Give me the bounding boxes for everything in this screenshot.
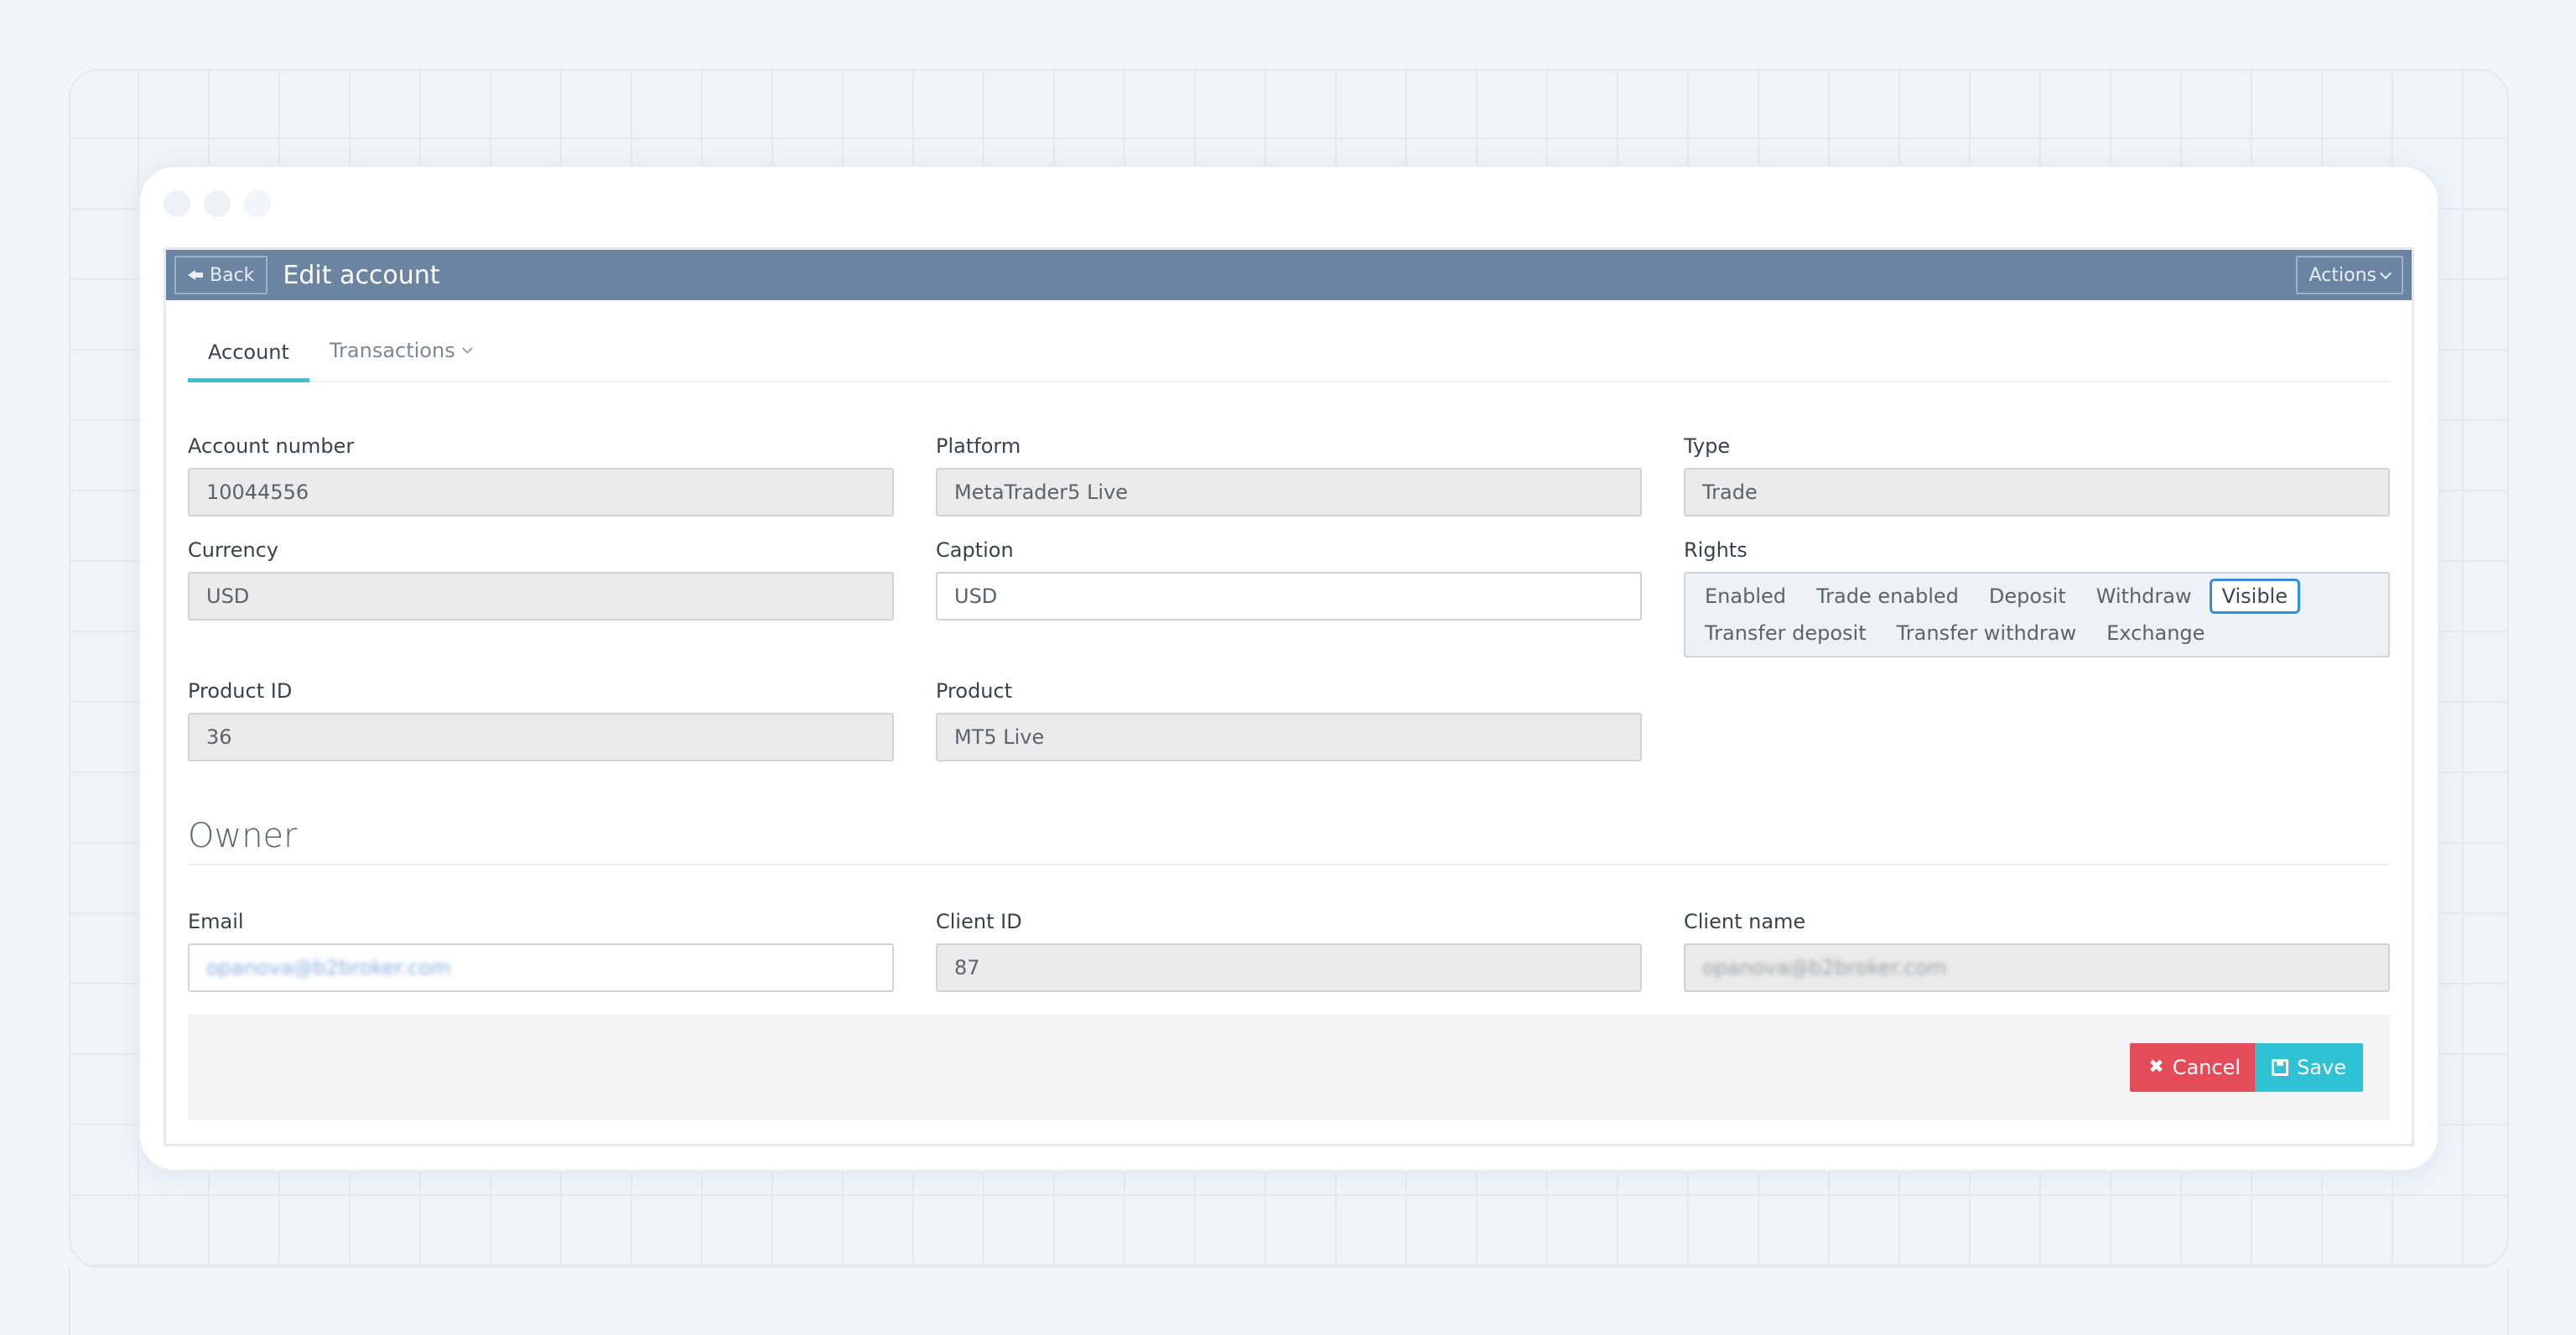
currency-label: Currency <box>188 538 279 562</box>
product-label: Product <box>936 679 1013 703</box>
email-label: Email <box>188 910 244 933</box>
client-name-field: Client name opanova@b2broker.com <box>1684 910 2390 992</box>
client-name-input: opanova@b2broker.com <box>1684 943 2390 992</box>
save-button[interactable]: Save <box>2255 1043 2363 1092</box>
rights-option-trade-enabled[interactable]: Trade enabled <box>1804 579 1971 614</box>
currency-field: Currency USD <box>188 538 894 621</box>
platform-label: Platform <box>936 434 1021 458</box>
client-name-label: Client name <box>1684 910 1806 933</box>
close-icon: ✖ <box>2148 1057 2164 1078</box>
product-id-field: Product ID 36 <box>188 679 894 761</box>
rights-option-transfer-deposit[interactable]: Transfer deposit <box>1692 616 1879 651</box>
cancel-button[interactable]: ✖ Cancel <box>2130 1043 2259 1092</box>
caption-input[interactable]: USD <box>936 572 1642 621</box>
type-input: Trade <box>1684 468 2390 517</box>
rights-option-transfer-withdraw[interactable]: Transfer withdraw <box>1884 616 2090 651</box>
account-number-value: 10044556 <box>206 480 309 504</box>
product-id-label: Product ID <box>188 679 293 703</box>
email-value: opanova@b2broker.com <box>206 956 451 979</box>
product-id-input: 36 <box>188 713 894 761</box>
edit-account-panel: Back Edit account Actions Account Transa… <box>164 247 2414 1146</box>
rights-field: Rights Enabled Trade enabled Deposit Wit… <box>1684 538 2390 657</box>
client-id-input: 87 <box>936 943 1642 992</box>
type-label: Type <box>1684 434 1731 458</box>
product-id-value: 36 <box>206 725 232 749</box>
product-input: MT5 Live <box>936 713 1642 761</box>
account-number-field: Account number 10044556 <box>188 434 894 517</box>
chevron-down-icon <box>2379 267 2392 279</box>
rights-option-exchange[interactable]: Exchange <box>2094 616 2217 651</box>
maximize-dot[interactable] <box>244 190 271 217</box>
caption-field: Caption USD <box>936 538 1642 621</box>
platform-value: MetaTrader5 Live <box>954 480 1129 504</box>
backdrop-lower <box>69 1268 2509 1335</box>
type-field: Type Trade <box>1684 434 2390 517</box>
header-bar: Back Edit account Actions <box>166 250 2412 300</box>
client-id-label: Client ID <box>936 910 1022 933</box>
tab-account[interactable]: Account <box>188 340 309 382</box>
rights-option-visible[interactable]: Visible <box>2209 579 2300 614</box>
actions-label: Actions <box>2309 264 2376 286</box>
save-label: Save <box>2297 1056 2346 1079</box>
email-input[interactable]: opanova@b2broker.com <box>188 943 894 992</box>
window-controls <box>164 190 271 217</box>
rights-option-enabled[interactable]: Enabled <box>1692 579 1799 614</box>
tab-account-label: Account <box>208 340 289 364</box>
caption-value: USD <box>954 584 998 608</box>
minimize-dot[interactable] <box>204 190 231 217</box>
cancel-label: Cancel <box>2172 1056 2241 1079</box>
tab-transactions-label: Transactions <box>329 339 455 362</box>
chevron-down-icon <box>461 342 473 354</box>
client-id-value: 87 <box>954 956 980 979</box>
type-value: Trade <box>1702 480 1758 504</box>
rights-option-deposit[interactable]: Deposit <box>1976 579 2079 614</box>
tab-bar: Account Transactions <box>188 332 2390 382</box>
client-name-value: opanova@b2broker.com <box>1702 956 1947 979</box>
tab-transactions[interactable]: Transactions <box>309 339 491 381</box>
account-number-input: 10044556 <box>188 468 894 517</box>
actions-dropdown-button[interactable]: Actions <box>2295 256 2403 294</box>
close-dot[interactable] <box>164 190 190 217</box>
owner-section-title: Owner <box>188 817 2390 865</box>
currency-value: USD <box>206 584 250 608</box>
product-value: MT5 Live <box>954 725 1045 749</box>
client-id-field: Client ID 87 <box>936 910 1642 992</box>
rights-label: Rights <box>1684 538 1748 562</box>
email-field: Email opanova@b2broker.com <box>188 910 894 992</box>
platform-field: Platform MetaTrader5 Live <box>936 434 1642 517</box>
platform-input: MetaTrader5 Live <box>936 468 1642 517</box>
back-label: Back <box>210 264 255 286</box>
page-title: Edit account <box>283 260 440 290</box>
arrow-left-icon <box>188 268 203 283</box>
rights-option-withdraw[interactable]: Withdraw <box>2084 579 2205 614</box>
product-field: Product MT5 Live <box>936 679 1642 761</box>
back-button[interactable]: Back <box>174 256 268 294</box>
caption-label: Caption <box>936 538 1014 562</box>
account-number-label: Account number <box>188 434 355 458</box>
rights-multiselect[interactable]: Enabled Trade enabled Deposit Withdraw V… <box>1684 572 2390 657</box>
form-footer: ✖ Cancel Save <box>188 1015 2390 1120</box>
browser-window: Back Edit account Actions Account Transa… <box>138 164 2440 1172</box>
currency-input: USD <box>188 572 894 621</box>
floppy-disk-icon <box>2272 1059 2289 1076</box>
